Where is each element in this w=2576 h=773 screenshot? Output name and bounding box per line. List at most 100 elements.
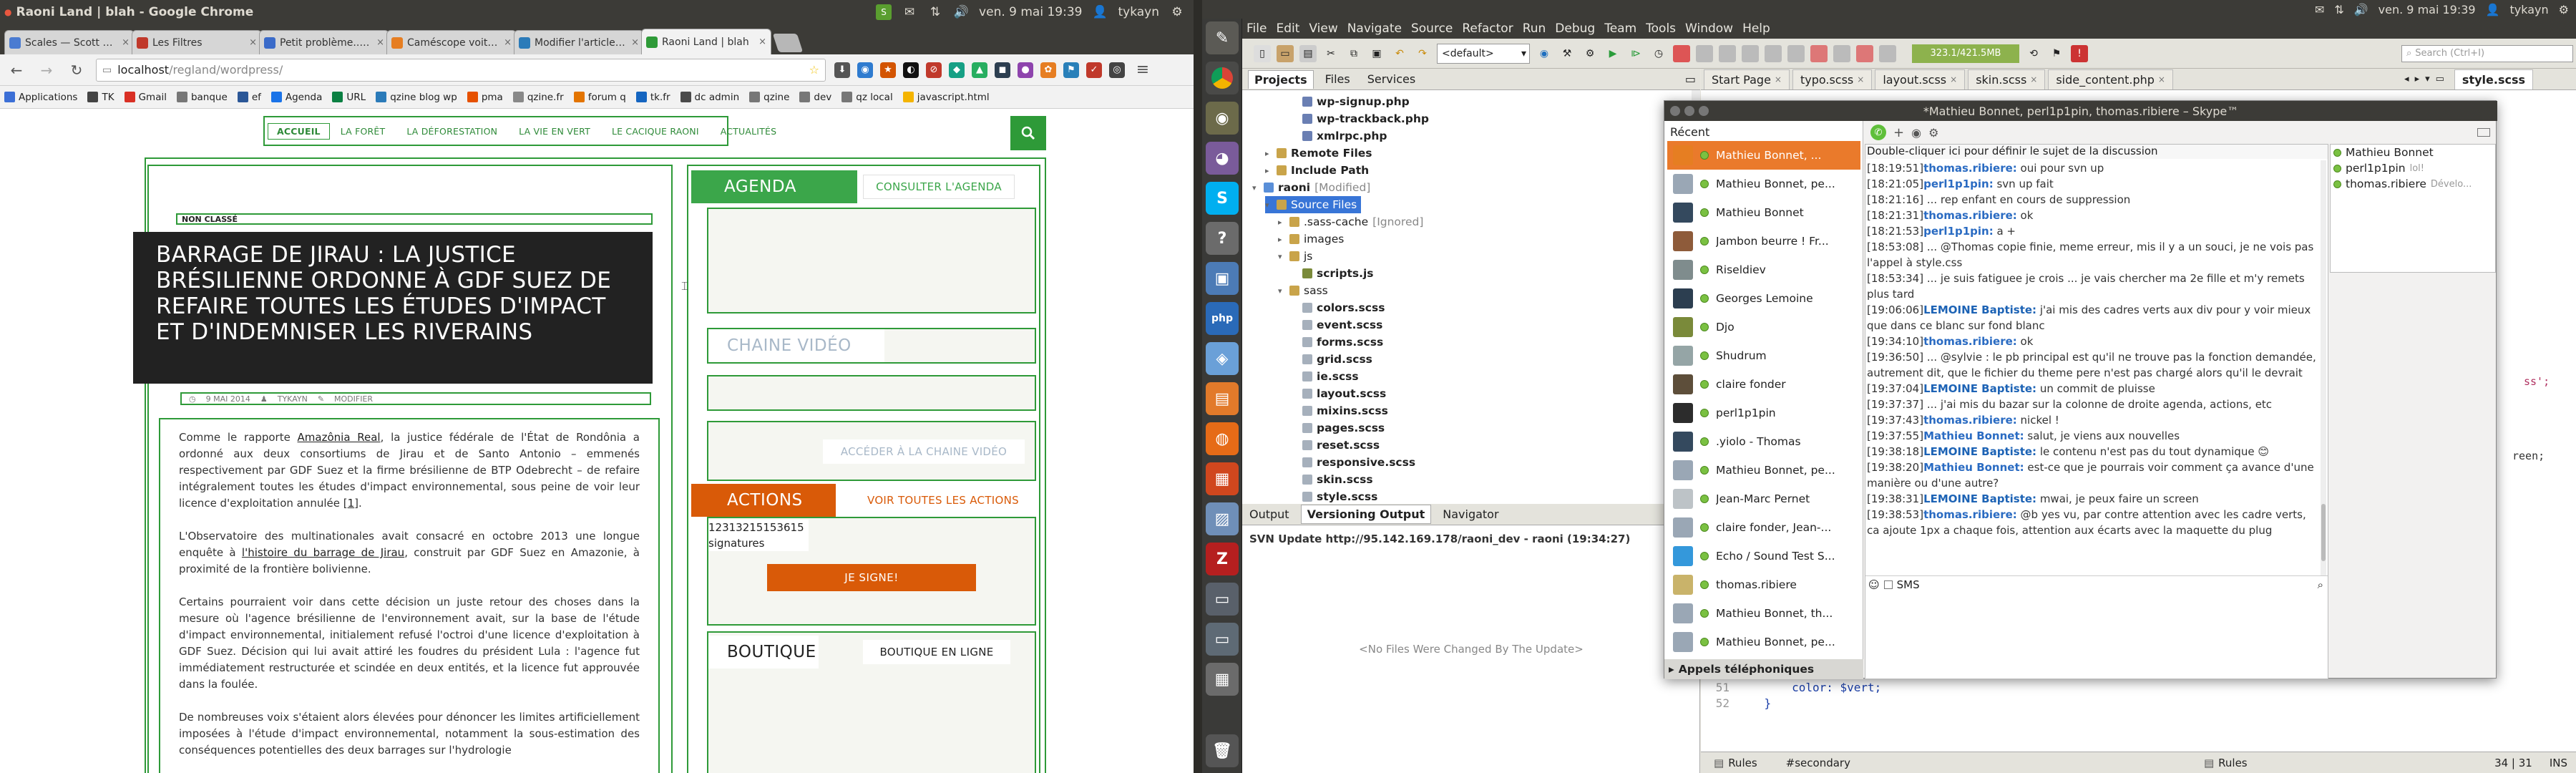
menu-item[interactable]: View [1309,21,1337,36]
tree-arrow-icon[interactable]: ▸ [1265,166,1272,175]
bookmark-item[interactable]: qzine.fr [512,92,564,103]
bookmark-item[interactable]: qz local [841,92,893,103]
run-icon[interactable]: ▶ [1604,45,1621,62]
trash-icon[interactable]: 🗑 [1206,734,1239,767]
bookmark-item[interactable]: URL [332,92,366,103]
post-author[interactable]: TYKAYN [278,394,308,404]
save-all-icon[interactable]: ▤ [1299,44,1317,62]
code-line[interactable]: 51 color: $vert; [1701,680,1973,696]
apply-changes-icon[interactable] [1879,44,1896,62]
tab-nav-icon[interactable]: ▸ [2415,74,2420,84]
menu-item[interactable]: Window [1685,21,1733,36]
site-search-button[interactable] [1010,116,1046,150]
memory-indicator[interactable]: 323.1/421.5MB [1912,44,2019,63]
tree-node[interactable]: xmlrpc.php [1291,127,1387,145]
contact-item[interactable]: Mathieu Bonnet, th... [1667,599,1860,628]
bookmark-star-icon[interactable]: ☆ [809,63,819,77]
message-author[interactable]: thomas.ribiere: [1923,508,2017,521]
menu-item[interactable]: Navigate [1347,21,1402,36]
gimp-icon[interactable]: ◕ [1206,142,1239,175]
tree-arrow-icon[interactable]: ▾ [1278,286,1285,296]
new-tab-button[interactable] [772,34,804,52]
message-author[interactable]: LEMOINE Baptiste: [1923,303,2036,316]
tab-nav-icon[interactable]: ▾ [2425,74,2430,84]
clean-build-icon[interactable]: ⚙ [1581,45,1599,62]
tree-node[interactable]: forms.scss [1291,334,1383,351]
message-author[interactable]: LEMOINE Baptiste: [1923,492,2036,505]
editor-tab[interactable]: side_content.php × [2048,69,2173,89]
redo-icon[interactable]: ↷ [1414,45,1431,62]
bookmark-item[interactable]: Agenda [270,92,322,103]
gear-icon[interactable]: ⚙ [1169,4,1185,20]
run-to-cursor-icon[interactable] [1833,44,1850,62]
site-nav-item[interactable]: LA FORÊT [330,126,396,137]
tab-close-icon[interactable]: × [631,37,639,48]
contact-item[interactable]: Jambon beurre ! Fr... [1667,227,1860,256]
tree-node[interactable]: ▾ js [1278,248,1312,265]
rules-left-label[interactable]: Rules [1724,757,1757,769]
bookmark-item[interactable]: TK [87,92,114,103]
rhythmbox-icon[interactable]: ◉ [1206,102,1239,135]
extension-10-icon[interactable]: ✿ [1040,62,1056,78]
browser-tab[interactable]: Caméscope voiture DRH- × [386,30,517,54]
drive-icon[interactable]: ▭ [1206,583,1239,616]
bookmark-item[interactable]: forum q [573,92,626,103]
tree-node[interactable]: wp-signup.php [1291,93,1410,110]
tree-node[interactable]: ▾ sass [1278,282,1328,299]
back-button[interactable]: ← [6,59,27,81]
rules-right-label[interactable]: Rules [2214,757,2247,769]
open-project-icon[interactable]: ▭ [1277,44,1294,62]
close-icon[interactable] [1670,106,1680,116]
tab-close-icon[interactable]: × [2158,74,2165,84]
extension-13-icon[interactable]: ◎ [1109,62,1125,78]
extension-11-icon[interactable]: ⚑ [1063,62,1079,78]
tree-node[interactable]: style.scss [1291,488,1377,505]
site-nav-item[interactable]: ACCUEIL [268,122,330,140]
participant[interactable]: perl1p1pin lol! [2331,160,2495,176]
virtualbox-icon[interactable]: ▣ [1206,262,1239,295]
tab-close-icon[interactable]: × [504,37,512,48]
tree-node[interactable]: skin.scss [1291,471,1373,488]
alert-icon[interactable]: ! [2071,44,2088,62]
tree-node[interactable]: ▸ Remote Files [1265,145,1372,162]
copy-icon[interactable]: ⧉ [1345,45,1362,62]
volume-icon[interactable]: 🔊 [953,4,969,20]
extension-6-icon[interactable]: ◆ [949,62,965,78]
tab-close-icon[interactable]: × [249,37,257,48]
minimize-icon[interactable] [1684,106,1694,116]
emoticon-icon[interactable]: ☺ [1868,578,1880,591]
minimize-panel-icon[interactable]: ▭ [1685,72,1696,86]
flag-icon[interactable]: ⚑ [2048,45,2065,62]
scroll-thumb[interactable] [2321,504,2326,561]
contact-item[interactable]: Jean-Marc Pernet [1667,485,1860,513]
shop-link[interactable]: BOUTIQUE EN LIGNE [863,640,1010,664]
maximize-icon[interactable] [1699,106,1709,116]
step-into-icon[interactable] [1765,44,1782,62]
menu-item[interactable]: Tools [1646,21,1676,36]
browser-tab[interactable]: Modifier l'article ‹ Raoni × [514,30,644,54]
contact-item[interactable]: Riseldiev [1667,256,1860,284]
browser-tab[interactable]: Scales — Scott Murray ... × [4,30,135,54]
post-date[interactable]: 9 MAI 2014 [206,394,250,404]
tree-node[interactable]: ▸ .sass-cache [Ignored] [1278,213,1423,230]
bookmark-item[interactable]: ef [237,92,261,103]
message-author[interactable]: thomas.ribiere: [1923,209,2017,222]
menu-item[interactable]: Team [1604,21,1636,36]
gc-icon[interactable]: ⟲ [2025,45,2042,62]
contact-item[interactable]: Mathieu Bonnet, pe... [1667,170,1860,198]
contact-item[interactable]: claire fonder, Jean-... [1667,513,1860,542]
ide-search-field[interactable]: ⌕ Search (Ctrl+I) [2401,44,2573,62]
toggle-bp-icon[interactable] [1856,44,1873,62]
bookmark-item[interactable]: qzine [749,92,789,103]
code-line[interactable]: 52 } [1701,696,1973,711]
bookmark-item[interactable]: Gmail [124,92,167,103]
bookmark-item[interactable]: tk.fr [635,92,670,103]
tab-close-icon[interactable]: × [2030,74,2037,84]
profile-icon[interactable]: ◷ [1650,45,1667,62]
output-tab[interactable]: Versioning Output [1300,505,1432,524]
tree-node[interactable]: mixins.scss [1291,402,1388,419]
bookmark-item[interactable]: banque [176,92,228,103]
agenda-link[interactable]: CONSULTER L'AGENDA [863,175,1015,199]
video-call-icon[interactable]: ◉ [1911,126,1921,140]
selector-label[interactable]: #secondary [1757,757,1850,769]
